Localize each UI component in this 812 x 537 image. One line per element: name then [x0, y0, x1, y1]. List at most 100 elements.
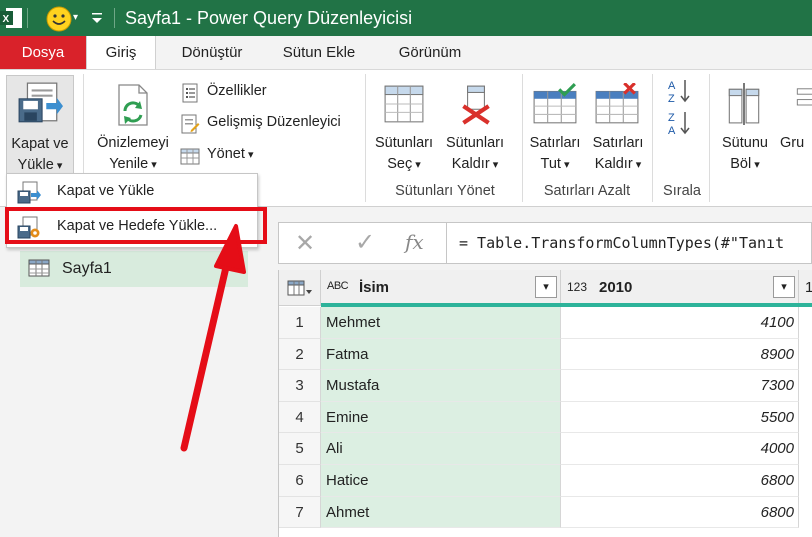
split-column-label-1: Sütunu — [722, 135, 768, 151]
title-separator — [27, 8, 28, 28]
title-separator-2 — [114, 8, 115, 28]
table-row[interactable]: 7 Ahmet 6800 — [279, 496, 812, 529]
group-label-reduce-rows: Satırları Azalt — [543, 183, 631, 199]
table-row[interactable]: 4 Emine 5500 — [279, 401, 812, 434]
excel-logo-icon: X — [0, 8, 22, 28]
split-column-button[interactable]: Sütunu Böl ▾ — [714, 75, 776, 177]
cell-name[interactable]: Hatice — [321, 465, 561, 497]
split-column-label-2: Böl — [730, 156, 752, 172]
choose-columns-button[interactable]: Sütunları Seç ▾ — [368, 75, 440, 177]
keep-rows-label-1: Satırları — [529, 135, 581, 151]
properties-label: Özellikler — [207, 83, 267, 99]
cell-name[interactable]: Fatma — [321, 338, 561, 371]
column-header-2010-label: 2010 — [599, 279, 633, 296]
cell-2010[interactable]: 4000 — [561, 433, 799, 465]
feedback-dropdown-icon[interactable]: ▾ — [73, 12, 78, 23]
formula-input[interactable]: = Table.TransformColumnTypes(#"Tanıt — [459, 234, 784, 252]
cell-2010[interactable]: 4100 — [561, 307, 799, 339]
properties-button[interactable]: Özellikler — [180, 83, 290, 105]
sort-descending-button[interactable]: Z A — [668, 110, 692, 137]
remove-columns-label-2: Kaldır — [451, 156, 490, 172]
menu-item-close-load[interactable]: Kapat ve Yükle — [7, 175, 257, 209]
keep-rows-button[interactable]: Satırları Tut ▾ — [524, 75, 586, 177]
row-number[interactable]: 5 — [279, 433, 321, 465]
query-item-sayfa1[interactable]: Sayfa1 — [20, 251, 248, 287]
remove-columns-icon — [462, 85, 490, 125]
column-header-partial-label: 1 — [805, 279, 812, 296]
tab-transform[interactable]: Dönüştür — [166, 36, 258, 69]
row-number[interactable]: 6 — [279, 465, 321, 497]
cell-name[interactable]: Mustafa — [321, 370, 561, 402]
cell-name[interactable]: Emine — [321, 401, 561, 434]
tab-file[interactable]: Dosya — [0, 36, 86, 69]
choose-columns-label-1: Sütunları — [374, 135, 434, 151]
tab-home[interactable]: Giriş — [86, 36, 156, 69]
column-header-name[interactable]: ABC İsim ▾ — [321, 270, 561, 306]
cell-2010[interactable]: 7300 — [561, 370, 799, 402]
row-number[interactable]: 7 — [279, 496, 321, 529]
close-load-icon — [18, 82, 63, 123]
data-grid: ABC İsim ▾ 123 2010 ▾ 1 1Mehmet41002Fatm… — [278, 270, 812, 537]
remove-rows-button[interactable]: Satırları Kaldır ▾ — [586, 75, 650, 177]
split-column-dropdown-icon: ▾ — [751, 159, 760, 171]
advanced-editor-button[interactable]: Gelişmiş Düzenleyici — [180, 114, 355, 136]
formula-separator — [446, 223, 447, 263]
sort-ascending-button[interactable]: A Z — [668, 78, 692, 105]
cell-2010[interactable]: 5500 — [561, 401, 799, 434]
group-label-sort: Sırala — [663, 183, 701, 199]
choose-columns-label-2: Seç — [387, 156, 413, 172]
formula-bar: ✕ ✓ fx = Table.TransformColumnTypes(#"Ta… — [278, 222, 812, 264]
group-by-button[interactable]: Gru — [778, 75, 812, 177]
tab-view[interactable]: Görünüm — [382, 36, 478, 69]
number-type-icon[interactable]: 123 — [567, 280, 587, 294]
ribbon-tabs: Dosya Giriş Dönüştür Sütun Ekle Görünüm — [0, 36, 812, 69]
ribbon-separator — [652, 74, 653, 202]
manage-button[interactable]: Yönet ▾ — [180, 146, 270, 168]
row-number[interactable]: 3 — [279, 370, 321, 402]
close-load-label-1: Kapat ve — [11, 136, 69, 152]
table-row[interactable]: 3 Mustafa 7300 — [279, 370, 812, 402]
tab-add-column[interactable]: Sütun Ekle — [270, 36, 368, 69]
ribbon-separator — [522, 74, 523, 202]
confirm-formula-icon[interactable]: ✓ — [355, 228, 375, 257]
cell-name[interactable]: Ali — [321, 433, 561, 465]
keep-rows-dropdown-icon: ▾ — [560, 159, 570, 171]
cancel-formula-icon[interactable]: ✕ — [295, 229, 315, 258]
query-item-label: Sayfa1 — [62, 260, 112, 277]
group-by-label: Gru — [780, 135, 805, 151]
remove-columns-dropdown-icon: ▾ — [489, 159, 499, 171]
close-load-label-2: Yükle — [17, 157, 54, 173]
table-row[interactable]: 5 Ali 4000 — [279, 433, 812, 465]
queries-pane: Sayfa1 — [0, 207, 270, 537]
row-number[interactable]: 2 — [279, 338, 321, 371]
smiley-icon[interactable] — [46, 6, 72, 32]
text-type-icon[interactable]: ABC — [327, 280, 349, 292]
close-load-dropdown-icon: ▾ — [53, 160, 63, 172]
cell-name[interactable]: Ahmet — [321, 496, 561, 529]
table-row[interactable]: 6 Hatice 6800 — [279, 465, 812, 497]
row-number[interactable]: 1 — [279, 307, 321, 339]
cell-2010[interactable]: 8900 — [561, 338, 799, 371]
close-load-button[interactable]: Kapat ve Yükle ▾ — [6, 75, 74, 177]
cell-name[interactable]: Mehmet — [321, 307, 561, 339]
column-filter-button[interactable]: ▾ — [773, 276, 795, 298]
svg-text:Z: Z — [668, 93, 675, 104]
column-header-name-label: İsim — [359, 279, 390, 296]
table-row[interactable]: 1 Mehmet 4100 — [279, 307, 812, 339]
insert-function-icon[interactable]: fx — [405, 230, 424, 254]
table-menu-button[interactable] — [279, 270, 321, 306]
refresh-dropdown-icon: ▾ — [148, 159, 157, 171]
cell-2010[interactable]: 6800 — [561, 465, 799, 497]
remove-rows-icon — [595, 83, 639, 124]
row-number[interactable]: 4 — [279, 401, 321, 434]
table-row[interactable]: 2 Fatma 8900 — [279, 338, 812, 371]
column-header-2010[interactable]: 123 2010 ▾ — [561, 270, 799, 306]
remove-columns-button[interactable]: Sütunları Kaldır ▾ — [440, 75, 510, 177]
sort-ascending-icon: A Z — [668, 80, 690, 105]
choose-columns-dropdown-icon: ▾ — [412, 159, 421, 171]
quick-access-customize-icon[interactable] — [91, 11, 103, 25]
column-header-partial[interactable]: 1 — [799, 270, 812, 306]
cell-2010[interactable]: 6800 — [561, 496, 799, 529]
column-filter-button[interactable]: ▾ — [535, 276, 557, 298]
refresh-preview-button[interactable]: Önizlemeyi Yenile ▾ — [88, 75, 178, 177]
